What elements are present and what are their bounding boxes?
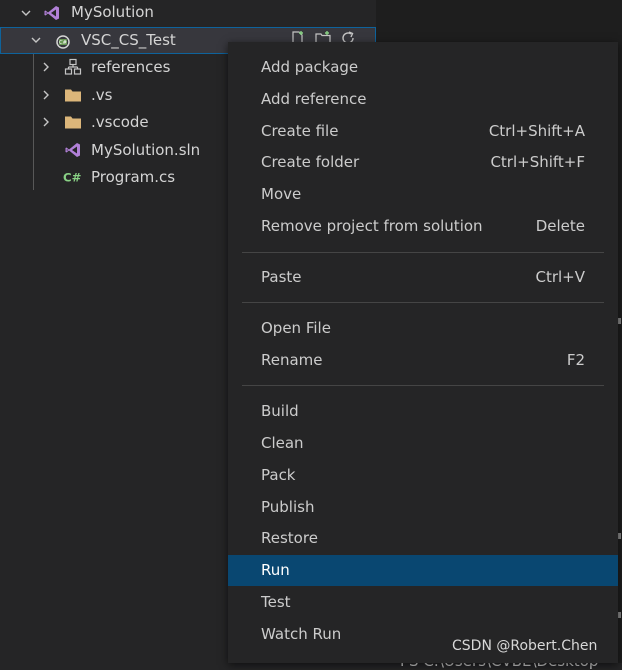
menu-item-label: Publish: [261, 498, 315, 516]
csharp-project-icon: C#: [56, 35, 70, 49]
menu-item-shortcut: Ctrl+V: [535, 268, 585, 286]
menu-separator: [242, 385, 604, 386]
menu-item-build[interactable]: Build: [228, 396, 618, 427]
chevron-right-icon[interactable]: [40, 89, 52, 101]
menu-item-shortcut: Ctrl+Shift+F: [490, 153, 585, 171]
tree-item-label: Program.cs: [91, 168, 176, 186]
menu-item-label: Move: [261, 185, 302, 203]
menu-item-label: Test: [261, 593, 291, 611]
folder-icon: [65, 89, 81, 102]
menu-item-run[interactable]: Run: [228, 555, 618, 586]
csharp-file-icon: C#: [63, 171, 81, 185]
menu-item-shortcut: Delete: [535, 217, 585, 235]
chevron-right-icon[interactable]: [40, 116, 52, 128]
menu-item-label: Restore: [261, 529, 318, 547]
menu-item-label: Add package: [261, 58, 359, 76]
menu-separator: [242, 302, 604, 303]
menu-item-create-file[interactable]: Create file Ctrl+Shift+A: [228, 116, 618, 147]
menu-item-test[interactable]: Test: [228, 587, 618, 618]
references-icon: [64, 58, 82, 75]
menu-item-label: Create folder: [261, 153, 360, 171]
tree-item-solution[interactable]: MySolution: [0, 0, 376, 27]
solution-name: MySolution: [71, 3, 154, 21]
menu-item-label: Remove project from solution: [261, 217, 483, 235]
menu-item-add-reference[interactable]: Add reference: [228, 84, 618, 115]
menu-item-move[interactable]: Move: [228, 179, 618, 210]
tree-item-label: MySolution.sln: [91, 141, 201, 159]
tree-item-label: .vscode: [91, 113, 149, 131]
watermark: CSDN @Robert.Chen: [452, 638, 598, 654]
menu-item-pack[interactable]: Pack: [228, 460, 618, 491]
chevron-right-icon[interactable]: [40, 61, 52, 73]
svg-text:C#: C#: [63, 171, 81, 185]
menu-item-publish[interactable]: Publish: [228, 492, 618, 523]
menu-item-label: Create file: [261, 122, 339, 140]
menu-item-label: Build: [261, 402, 299, 420]
menu-item-restore[interactable]: Restore: [228, 523, 618, 554]
visual-studio-icon: [65, 143, 80, 157]
menu-item-shortcut: Ctrl+Shift+A: [488, 122, 585, 140]
svg-text:C#: C#: [59, 40, 67, 46]
visual-studio-icon: [44, 6, 59, 20]
menu-item-shortcut: F2: [566, 351, 585, 369]
folder-icon: [65, 116, 81, 129]
context-menu: Add package Add reference Create file Ct…: [228, 42, 618, 663]
menu-item-rename[interactable]: Rename F2: [228, 345, 618, 376]
menu-item-remove-project[interactable]: Remove project from solution Delete: [228, 211, 618, 242]
menu-item-add-package[interactable]: Add package: [228, 52, 618, 83]
menu-item-clean[interactable]: Clean: [228, 428, 618, 459]
menu-item-paste[interactable]: Paste Ctrl+V: [228, 262, 618, 293]
menu-separator: [242, 252, 604, 253]
menu-item-label: Run: [261, 561, 290, 579]
chevron-down-icon[interactable]: [30, 34, 42, 46]
chevron-down-icon[interactable]: [20, 7, 32, 19]
project-name: VSC_CS_Test: [81, 31, 176, 49]
menu-item-label: Watch Run: [261, 625, 342, 643]
tree-item-label: .vs: [91, 86, 113, 104]
menu-item-label: Open File: [261, 319, 331, 337]
menu-item-label: Clean: [261, 434, 304, 452]
menu-item-create-folder[interactable]: Create folder Ctrl+Shift+F: [228, 147, 618, 178]
menu-item-label: Paste: [261, 268, 302, 286]
menu-item-label: Pack: [261, 466, 296, 484]
menu-item-label: Add reference: [261, 90, 367, 108]
menu-item-label: Rename: [261, 351, 323, 369]
menu-item-open-file[interactable]: Open File: [228, 313, 618, 344]
tree-item-label: references: [91, 58, 171, 76]
